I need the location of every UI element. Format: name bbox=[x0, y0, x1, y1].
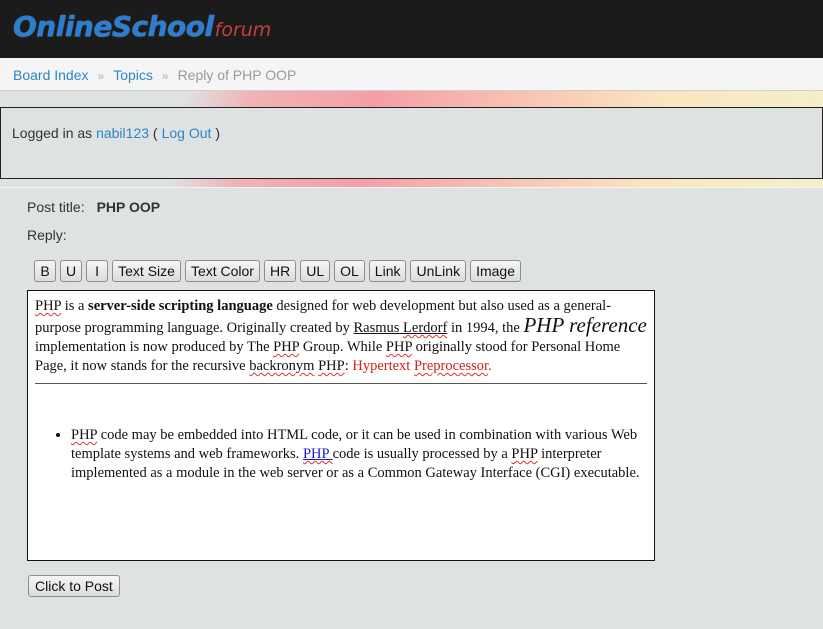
text-run: Group. While bbox=[299, 339, 386, 355]
editor-toolbar: B U I Text Size Text Color HR UL OL Link UnLink Im… bbox=[34, 260, 525, 282]
login-status-box: Logged in as nabil123 (Log Out) bbox=[0, 107, 823, 179]
editor-paragraph: PHP is a server-side scripting language … bbox=[35, 297, 647, 376]
breadcrumb-separator: » bbox=[97, 69, 105, 83]
text-run: is a bbox=[61, 298, 89, 314]
text-run: implementation is now produced by The bbox=[35, 339, 274, 355]
breadcrumb-current: Reply of PHP OOP bbox=[177, 67, 297, 83]
word-php: PHP bbox=[511, 446, 538, 462]
reply-form: Post title: PHP OOP Reply: B U I Text Size Te… bbox=[0, 187, 823, 629]
site-logo[interactable]: OnlineSchoolforum bbox=[13, 10, 271, 43]
text-run: in 1994, the bbox=[447, 320, 524, 336]
word-php: PHP bbox=[302, 446, 333, 462]
link-button[interactable]: Link bbox=[368, 260, 407, 282]
hr-button[interactable]: HR bbox=[263, 260, 297, 282]
underline-button[interactable]: U bbox=[60, 260, 83, 282]
logo-main-text: OnlineSchool bbox=[13, 10, 214, 43]
horizontal-rule bbox=[35, 383, 647, 384]
post-title-row: Post title: PHP OOP bbox=[27, 199, 160, 215]
large-italic-phrase: PHP reference bbox=[523, 313, 647, 337]
word-backronym: backronym bbox=[249, 358, 315, 374]
ul-button[interactable]: UL bbox=[300, 260, 331, 282]
username-link[interactable]: nabil123 bbox=[96, 125, 149, 141]
breadcrumb-board-index[interactable]: Board Index bbox=[13, 67, 89, 83]
word-php: PHP bbox=[35, 298, 62, 314]
top-header: OnlineSchoolforum bbox=[0, 0, 823, 58]
text-color-button[interactable]: Text Color bbox=[184, 260, 260, 282]
reply-label: Reply: bbox=[27, 227, 67, 243]
italic-button[interactable]: I bbox=[86, 260, 109, 282]
word-rasmus: Rasmus bbox=[353, 320, 400, 336]
paren-open: ( bbox=[152, 125, 158, 141]
logo-sub-text: forum bbox=[214, 19, 272, 41]
post-title-label: Post title: bbox=[27, 199, 85, 215]
breadcrumb: Board Index » Topics » Reply of PHP OOP bbox=[0, 58, 823, 91]
php-link[interactable]: PHP bbox=[303, 446, 333, 462]
bold-phrase: server-side scripting language bbox=[88, 298, 273, 314]
underlined-name: Rasmus Lerdorf bbox=[354, 320, 448, 336]
unlink-button[interactable]: UnLink bbox=[410, 260, 467, 282]
reply-editor[interactable]: PHP is a server-side scripting language … bbox=[27, 290, 655, 561]
image-button[interactable]: Image bbox=[470, 260, 521, 282]
post-button[interactable]: Click to Post bbox=[28, 575, 120, 597]
paren-close: ) bbox=[215, 125, 221, 141]
post-title-value: PHP OOP bbox=[96, 199, 161, 215]
word-php: PHP bbox=[385, 339, 412, 355]
red-text-preprocessor: Preprocessor bbox=[413, 358, 489, 374]
word-php: PHP bbox=[71, 427, 98, 443]
breadcrumb-topics[interactable]: Topics bbox=[113, 67, 153, 83]
bold-button[interactable]: B bbox=[34, 260, 56, 282]
logged-in-label: Logged in as bbox=[12, 125, 93, 141]
list-item: PHP code may be embedded into HTML code,… bbox=[71, 426, 647, 483]
word-php: PHP bbox=[273, 339, 300, 355]
text-size-button[interactable]: Text Size bbox=[112, 260, 181, 282]
text-run: code is usually processed by a bbox=[332, 446, 512, 462]
word-lerdorf: Lerdorf bbox=[403, 320, 448, 336]
word-php: PHP bbox=[318, 358, 345, 374]
ol-button[interactable]: OL bbox=[334, 260, 365, 282]
breadcrumb-separator: » bbox=[161, 69, 169, 83]
red-text: Hypertext bbox=[352, 358, 414, 374]
red-text: . bbox=[488, 358, 492, 374]
logout-link[interactable]: Log Out bbox=[162, 125, 212, 141]
bullet-list: PHP code may be embedded into HTML code,… bbox=[35, 426, 647, 483]
